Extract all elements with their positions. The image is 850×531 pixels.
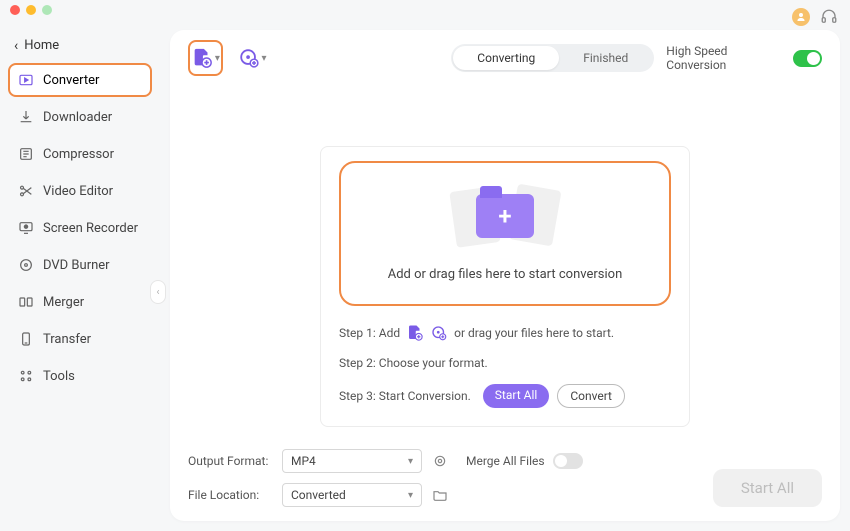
minimize-traffic-light[interactable]	[26, 5, 36, 15]
output-format-select[interactable]: MP4 ▾	[282, 449, 422, 473]
step-1-suffix: or drag your files here to start.	[454, 326, 614, 340]
window-controls	[0, 0, 850, 20]
output-format-label: Output Format:	[188, 454, 272, 468]
zoom-traffic-light[interactable]	[42, 5, 52, 15]
sidebar-item-transfer[interactable]: Transfer	[8, 322, 152, 356]
chevron-down-icon: ▾	[262, 53, 267, 64]
support-headset-icon[interactable]	[820, 8, 838, 26]
screen-recorder-icon	[18, 220, 34, 236]
scissors-icon	[18, 183, 34, 199]
compressor-icon	[18, 146, 34, 162]
output-format-value: MP4	[291, 454, 316, 468]
convert-pill-button[interactable]: Convert	[557, 384, 625, 408]
converter-panel: ▾ ▾ Converting Finished High Speed Conve…	[170, 30, 840, 521]
file-drop-zone[interactable]: + Add or drag files here to start conver…	[339, 161, 671, 306]
sidebar-item-label: Screen Recorder	[43, 221, 138, 236]
user-avatar-icon[interactable]	[792, 8, 810, 26]
sidebar-item-converter[interactable]: Converter	[8, 63, 152, 97]
converter-icon	[18, 72, 34, 88]
file-location-value: Converted	[291, 488, 346, 502]
high-speed-toggle[interactable]	[793, 50, 822, 67]
start-all-button[interactable]: Start All	[713, 469, 822, 507]
disc-icon	[18, 257, 34, 273]
add-dvd-icon	[238, 47, 260, 69]
chevron-down-icon: ▾	[408, 456, 413, 467]
sidebar-item-label: Merger	[43, 295, 84, 310]
sidebar-item-label: Tools	[43, 369, 75, 384]
home-label: Home	[24, 38, 59, 53]
sidebar-item-video-editor[interactable]: Video Editor	[8, 174, 152, 208]
high-speed-label: High Speed Conversion	[666, 44, 785, 72]
add-file-button[interactable]: ▾	[188, 40, 223, 76]
step-1-prefix: Step 1: Add	[339, 326, 400, 340]
downloader-icon	[18, 109, 34, 125]
sidebar-item-downloader[interactable]: Downloader	[8, 100, 152, 134]
drop-zone-text: Add or drag files here to start conversi…	[388, 267, 623, 282]
open-folder-icon[interactable]	[432, 487, 448, 503]
add-dvd-icon	[430, 324, 448, 342]
transfer-icon	[18, 331, 34, 347]
sidebar-item-compressor[interactable]: Compressor	[8, 137, 152, 171]
tools-grid-icon	[18, 368, 34, 384]
file-location-select[interactable]: Converted ▾	[282, 483, 422, 507]
chevron-down-icon: ▾	[408, 490, 413, 501]
add-file-icon	[406, 324, 424, 342]
sidebar-item-label: Transfer	[43, 332, 91, 347]
panel-footer: Output Format: MP4 ▾ Merge All Files Fil…	[188, 439, 822, 507]
merger-icon	[18, 294, 34, 310]
sidebar-item-label: DVD Burner	[43, 258, 110, 273]
sidebar-item-merger[interactable]: Merger	[8, 285, 152, 319]
step-3-row: Step 3: Start Conversion. Start All Conv…	[339, 384, 671, 408]
sidebar-item-tools[interactable]: Tools	[8, 359, 152, 393]
chevron-down-icon: ▾	[215, 53, 220, 64]
sidebar-item-label: Compressor	[43, 147, 114, 162]
tab-finished[interactable]: Finished	[559, 46, 652, 70]
sidebar-collapse-button[interactable]: ‹	[150, 280, 166, 304]
tab-converting[interactable]: Converting	[453, 46, 559, 70]
merge-all-label: Merge All Files	[466, 454, 545, 468]
sidebar-item-dvd-burner[interactable]: DVD Burner	[8, 248, 152, 282]
status-segment-control: Converting Finished	[451, 44, 654, 72]
sidebar-item-screen-recorder[interactable]: Screen Recorder	[8, 211, 152, 245]
add-dvd-button[interactable]: ▾	[235, 40, 270, 76]
step-2-row: Step 2: Choose your format.	[339, 356, 671, 370]
step-2-text: Step 2: Choose your format.	[339, 356, 488, 370]
close-traffic-light[interactable]	[10, 5, 20, 15]
sidebar-item-label: Video Editor	[43, 184, 113, 199]
instructions-card: + Add or drag files here to start conver…	[320, 146, 690, 427]
main-area: ▾ ▾ Converting Finished High Speed Conve…	[158, 20, 850, 531]
folder-plus-illustration: +	[445, 181, 565, 251]
step-3-prefix: Step 3: Start Conversion.	[339, 389, 471, 403]
sidebar-item-label: Converter	[43, 73, 99, 88]
sidebar: ‹ Home Converter Downloader Compressor V…	[0, 20, 158, 531]
start-all-pill-button[interactable]: Start All	[483, 384, 550, 408]
back-home-button[interactable]: ‹ Home	[8, 34, 152, 63]
sidebar-item-label: Downloader	[43, 110, 112, 125]
merge-all-toggle[interactable]	[553, 453, 583, 469]
file-location-label: File Location:	[188, 488, 272, 502]
output-settings-icon[interactable]	[432, 453, 448, 469]
add-file-icon	[191, 47, 213, 69]
chevron-left-icon: ‹	[14, 39, 18, 53]
step-1-row: Step 1: Add or drag your files here to s…	[339, 324, 671, 342]
